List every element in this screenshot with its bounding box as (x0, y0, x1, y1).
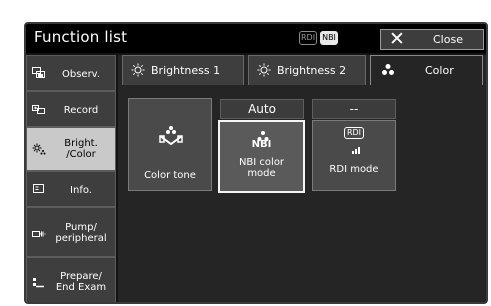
sidebar-item-label: Info. (70, 185, 92, 196)
sidebar-item-bright-color[interactable]: Bright. /Color (26, 127, 116, 171)
sidebar-item-label: Observ. (61, 69, 100, 80)
color-tone-icon (158, 125, 184, 149)
observation-icon (32, 67, 46, 82)
record-icon (32, 103, 46, 118)
color-tone-button[interactable]: Color tone (128, 98, 212, 191)
rdi-status-header: -- (312, 99, 396, 119)
tab-label: Color (425, 64, 454, 77)
brightness-color-icon (32, 143, 46, 158)
nbi-icon: NBI (251, 139, 272, 150)
sidebar-item-pump-peripheral[interactable]: Pump/ peripheral (26, 207, 116, 257)
close-button[interactable]: ✕ Close (380, 28, 484, 50)
color-dots-icon (381, 63, 395, 80)
nbi-color-mode-label: NBI color mode (238, 157, 285, 179)
pump-icon (32, 228, 46, 243)
sidebar-item-observ[interactable]: Observ. (26, 55, 116, 91)
rdi-mode-label: RDI mode (329, 164, 379, 175)
sidebar: Observ. Record Bright. /Color Info. Pump… (26, 55, 118, 302)
rdi-status-badge: RDI (299, 31, 318, 45)
tab-label: Brightness 1 (151, 64, 221, 77)
info-icon (32, 183, 46, 198)
status-badges: RDI NBI (299, 31, 338, 45)
close-label: Close (433, 33, 463, 46)
title-bar: Function list RDI NBI ✕ Close (26, 24, 486, 53)
main-content: Brightness 1 Brightness 2 Color Color to… (118, 55, 486, 302)
function-list-window: Function list RDI NBI ✕ Close Observ. Re… (24, 22, 488, 304)
tab-brightness-2[interactable]: Brightness 2 (248, 55, 366, 85)
tab-color[interactable]: Color (370, 55, 483, 85)
rdi-icon-text: RDI (344, 127, 364, 139)
nbi-status-badge: NBI (320, 31, 338, 45)
sun-icon (131, 63, 145, 80)
sidebar-item-label: Prepare/ End Exam (55, 271, 107, 293)
sidebar-item-label: Record (63, 105, 99, 116)
nbi-status-header: Auto (220, 99, 304, 119)
rdi-mode-button[interactable]: RDI RDI mode (312, 120, 396, 191)
sidebar-item-prepare-end-exam[interactable]: Prepare/ End Exam (26, 257, 116, 302)
prepare-icon (32, 277, 46, 292)
sidebar-item-label: Pump/ peripheral (55, 222, 107, 244)
window-title: Function list (34, 28, 128, 46)
nbi-color-mode-button[interactable]: NBI NBI color mode (218, 120, 305, 193)
rdi-icon: RDI (344, 127, 364, 158)
tab-label: Brightness 2 (277, 64, 347, 77)
sidebar-item-info[interactable]: Info. (26, 171, 116, 207)
sidebar-item-record[interactable]: Record (26, 91, 116, 127)
color-tone-label: Color tone (144, 170, 196, 181)
sun-icon (257, 63, 271, 80)
tab-brightness-1[interactable]: Brightness 1 (122, 55, 244, 85)
close-icon: ✕ (389, 28, 405, 50)
sidebar-item-label: Bright. /Color (64, 138, 98, 160)
